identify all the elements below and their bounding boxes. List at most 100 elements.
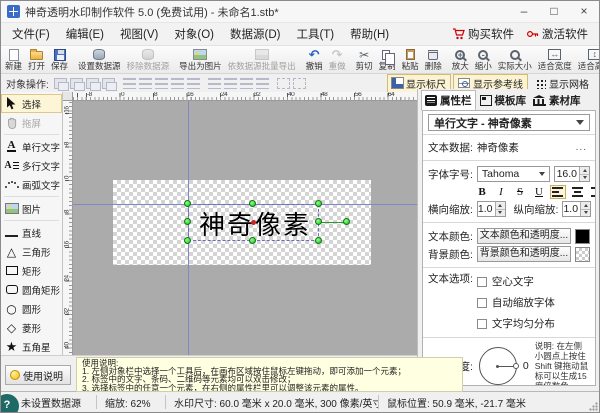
actual-size-button[interactable]: 实际大小 [495, 46, 535, 73]
app-icon [7, 5, 20, 18]
paste-button[interactable]: 粘贴 [399, 46, 422, 73]
tool-select[interactable]: 选择 [1, 94, 62, 113]
export-image-button[interactable]: 导出为图片 [176, 46, 225, 73]
delete-button[interactable]: 删除 [422, 46, 445, 73]
text-color-button[interactable]: 文本颜色和透明度... [477, 228, 571, 244]
auto-scale-font-option[interactable]: 自动缩放字体 [477, 295, 555, 310]
menu-datasource[interactable]: 数据源(D) [222, 24, 288, 44]
tool-line[interactable]: 直线 [1, 223, 62, 242]
align-right-button[interactable] [588, 185, 596, 199]
tool-circle[interactable]: ○ 圆形 [1, 299, 62, 318]
ungroup-icon [293, 78, 306, 89]
text-color-swatch[interactable] [575, 229, 590, 244]
minimize-button[interactable]: – [509, 1, 539, 22]
new-button[interactable]: 新建 [2, 46, 25, 73]
ruler-corner [63, 92, 73, 101]
bg-color-swatch[interactable] [575, 247, 590, 262]
zoom-out-button[interactable]: -缩小 [472, 46, 495, 73]
tool-rounded-rectangle[interactable]: 圆角矩形 [1, 280, 62, 299]
selection-handle-top-center[interactable] [249, 200, 256, 207]
align-right-icon [155, 78, 168, 89]
menu-edit[interactable]: 编辑(E) [58, 24, 112, 44]
tool-single-line-text[interactable]: A 单行文字 [1, 137, 62, 156]
object-selector-dropdown[interactable]: 单行文字 - 神奇像素 [428, 114, 590, 131]
menu-object[interactable]: 对象(O) [166, 24, 222, 44]
v-scale-stepper[interactable]: 1.0 [562, 201, 591, 217]
zoom-in-button[interactable]: +放大 [449, 46, 472, 73]
maximize-button[interactable]: □ [539, 1, 569, 22]
dial-knob[interactable] [513, 363, 519, 369]
buy-software-button[interactable]: 购买软件 [452, 26, 514, 42]
h-scale-stepper[interactable]: 1.0 [477, 201, 506, 217]
selection-handle-top-right[interactable] [315, 200, 322, 207]
triangle-icon: △ [7, 246, 16, 258]
rounded-rectangle-icon [6, 285, 18, 294]
redo-icon: ↷ [332, 49, 343, 61]
main-toolbar: 新建 打开 保存 设置数据源 移除数据源 导出为图片 依数据源批量导出 ↶撤销 … [1, 45, 599, 74]
tool-arc-text[interactable]: 画弧文字 [1, 175, 62, 194]
tool-image[interactable]: 图片 [1, 199, 62, 218]
menu-help[interactable]: 帮助(H) [342, 24, 397, 44]
undo-button[interactable]: ↶撤销 [303, 46, 326, 73]
tab-properties[interactable]: 属性栏 [421, 90, 476, 111]
save-button[interactable]: 保存 [48, 46, 71, 73]
selection-handle-bottom-center[interactable] [249, 237, 256, 244]
tool-triangle[interactable]: △ 三角形 [1, 242, 62, 261]
close-button[interactable]: × [569, 1, 599, 22]
align-left-button[interactable] [550, 185, 566, 199]
chevron-down-icon [539, 172, 545, 176]
status-mouse-position: 鼠标位置: 50.9 毫米, -21.7 毫米 [379, 395, 599, 410]
spinner-arrows-icon[interactable] [495, 202, 505, 216]
line-icon [5, 235, 18, 237]
tool-rectangle[interactable]: 矩形 [1, 261, 62, 280]
single-line-text-icon: A [7, 141, 17, 152]
hollow-text-option[interactable]: 空心文字 [477, 274, 555, 289]
selection-handle-bottom-left[interactable] [184, 237, 191, 244]
rotation-dial[interactable] [479, 347, 517, 385]
bg-color-button[interactable]: 背景颜色和透明度... [477, 246, 571, 262]
resize-grip[interactable] [587, 400, 598, 411]
menu-file[interactable]: 文件(F) [4, 24, 58, 44]
materials-icon [533, 95, 546, 106]
strikethrough-button[interactable]: S [512, 184, 528, 199]
tool-star[interactable]: ★ 五角星 [1, 337, 62, 355]
fit-height-button[interactable]: ↕适合高度 [575, 46, 599, 73]
object-ops-label: 对象操作: [6, 76, 49, 91]
open-button[interactable]: 打开 [25, 46, 48, 73]
align-center-button[interactable] [569, 185, 585, 199]
database-remove-icon [142, 49, 154, 60]
tool-diamond[interactable]: ◇ 菱形 [1, 318, 62, 337]
rotation-handle[interactable] [343, 218, 350, 225]
spinner-arrows-icon[interactable] [579, 167, 589, 181]
menu-view[interactable]: 视图(V) [112, 24, 166, 44]
horizontal-ruler: -8 0 8 16 24 32 40 48 56 64 [73, 92, 417, 101]
selection-handle-mid-right[interactable] [315, 218, 322, 225]
align-center-horizontal-icon [139, 78, 152, 89]
selection-handle-bottom-right[interactable] [315, 237, 322, 244]
bold-button[interactable]: B [474, 184, 490, 199]
activate-software-button[interactable]: 激活软件 [526, 26, 588, 42]
tab-materials[interactable]: 素材库 [530, 91, 584, 110]
copy-button[interactable]: 复制 [376, 46, 399, 73]
selection-handle-mid-left[interactable] [184, 218, 191, 225]
usage-help-button[interactable]: 使用说明 [5, 365, 71, 385]
cut-button[interactable]: ✂剪切 [353, 46, 376, 73]
tool-multi-line-text[interactable]: A 多行文字 [1, 156, 62, 175]
menu-tools[interactable]: 工具(T) [288, 24, 342, 44]
fit-width-button[interactable]: ↔适合宽度 [535, 46, 575, 73]
tab-templates[interactable]: 模板库 [477, 91, 530, 110]
checkbox-icon [477, 277, 487, 287]
font-family-dropdown[interactable]: Tahoma [477, 166, 550, 182]
text-data-value[interactable]: 神奇像素 [477, 140, 519, 155]
underline-button[interactable]: U [531, 184, 547, 199]
set-datasource-button[interactable]: 设置数据源 [75, 46, 124, 73]
selection-handle-top-left[interactable] [184, 200, 191, 207]
database-icon [93, 49, 105, 60]
font-size-stepper[interactable]: 16.0 [554, 166, 590, 182]
even-distribution-option[interactable]: 文字均匀分布 [477, 316, 555, 331]
star-icon: ★ [6, 340, 18, 353]
text-data-more-button[interactable]: ... [573, 142, 590, 153]
panel-tabs: 属性栏 模板库 素材库 [418, 89, 599, 110]
spinner-arrows-icon[interactable] [580, 202, 590, 216]
italic-button[interactable]: I [493, 184, 509, 199]
